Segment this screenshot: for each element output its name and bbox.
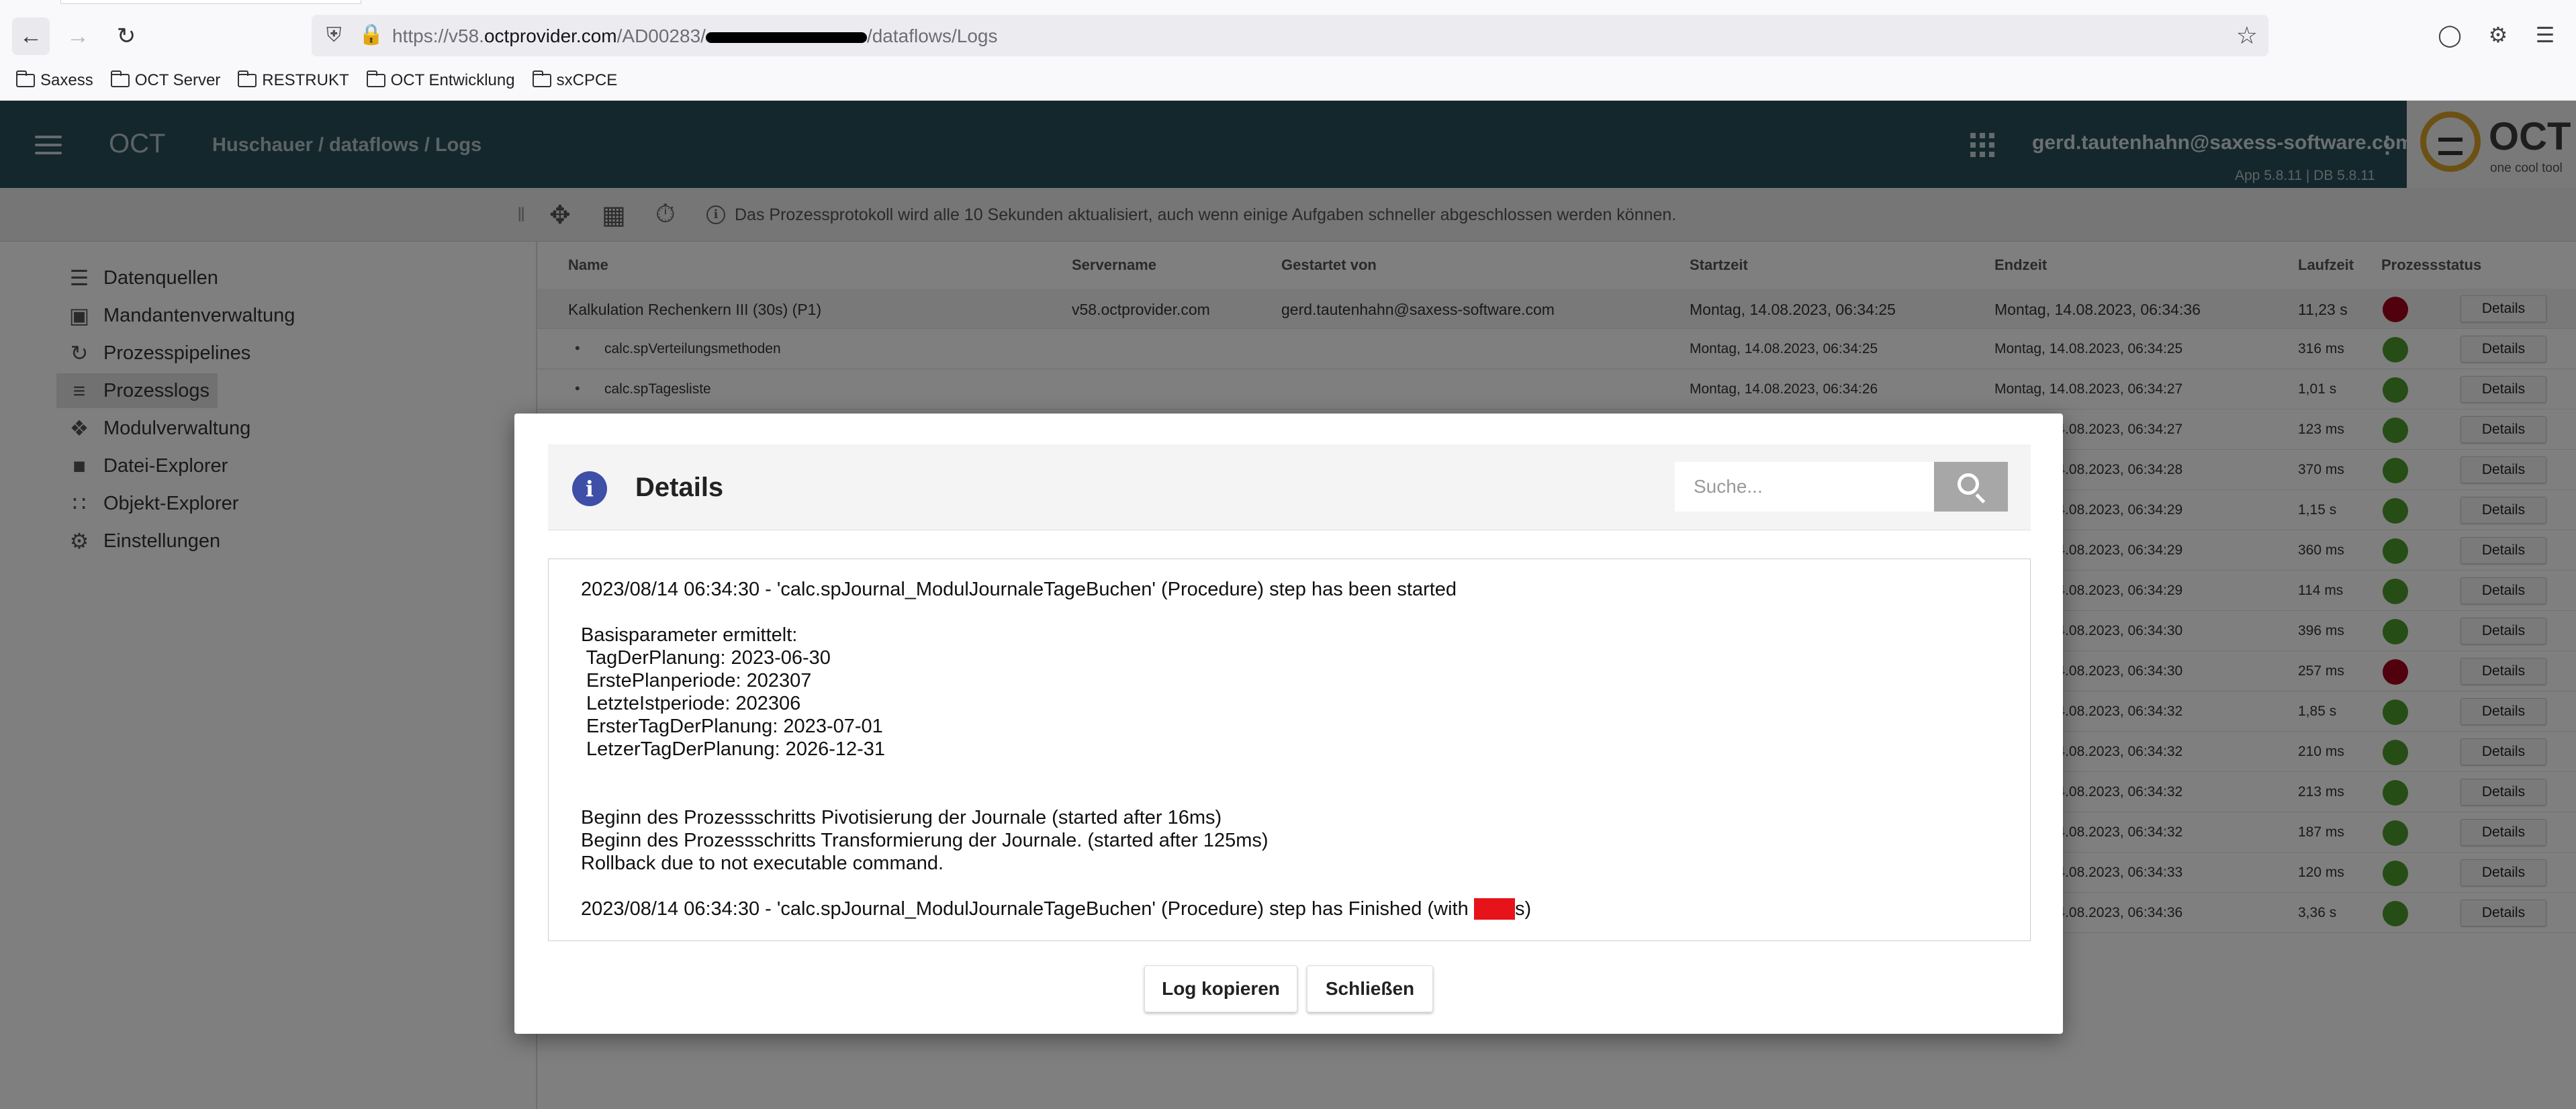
- forward-icon[interactable]: →: [59, 17, 97, 55]
- search-input[interactable]: [1675, 462, 1934, 512]
- dialog-title: Details: [635, 473, 724, 502]
- log-line: ErsterTagDerPlanung: 2023-07-01: [581, 716, 883, 737]
- log-line: Basisparameter ermittelt:: [581, 624, 798, 646]
- reload-icon[interactable]: ↻: [107, 17, 145, 55]
- log-line: TagDerPlanung: 2023-06-30: [581, 647, 831, 669]
- log-line: Rollback due to not executable command.: [581, 853, 944, 874]
- log-line: Beginn des Prozessschritts Transformieru…: [581, 830, 1269, 851]
- bookmark-label: sxCPCE: [556, 71, 618, 89]
- search-icon: [1958, 473, 1979, 495]
- pocket-icon[interactable]: ◯: [2435, 20, 2465, 50]
- folder-icon: [366, 70, 385, 87]
- back-icon[interactable]: ←: [12, 17, 50, 55]
- redacted-block: [705, 32, 867, 43]
- bookmark-saxess[interactable]: Saxess: [16, 70, 93, 90]
- bookmark-label: Saxess: [40, 71, 93, 89]
- log-line: LetzerTagDerPlanung: 2026-12-31: [581, 738, 886, 760]
- browser-tab[interactable]: [60, 0, 361, 4]
- error-highlight: error: [1473, 898, 1516, 920]
- copy-log-button[interactable]: Log kopieren: [1144, 965, 1297, 1012]
- bookmark-oct-entwicklung[interactable]: OCT Entwicklung: [366, 70, 515, 90]
- bookmark-label: RESTRUKT: [262, 71, 349, 89]
- folder-icon: [110, 70, 130, 87]
- search-button[interactable]: [1934, 462, 2008, 512]
- bookmark-star-icon[interactable]: ☆: [2236, 21, 2258, 50]
- log-line: 2023/08/14 06:34:30 - 'calc.spJournal_Mo…: [581, 579, 1457, 600]
- folder-icon: [16, 70, 35, 87]
- log-content[interactable]: 2023/08/14 06:34:30 - 'calc.spJournal_Mo…: [548, 559, 2031, 941]
- folder-icon: [238, 70, 257, 87]
- bookmark-label: OCT Server: [134, 71, 221, 89]
- bookmark-sxcpce[interactable]: sxCPCE: [532, 70, 618, 90]
- log-text: s): [1515, 898, 1532, 920]
- log-lines: 2023/08/14 06:34:30 - 'calc.spJournal_Mo…: [581, 578, 1998, 898]
- tracking-shield-icon[interactable]: ⛨: [326, 24, 342, 47]
- log-line: ErstePlanperiode: 202307: [581, 670, 812, 691]
- bookmarks-bar: Saxess OCT Server RESTRUKT OCT Entwicklu…: [16, 67, 635, 94]
- log-line-final: 2023/08/14 06:34:30 - 'calc.spJournal_Mo…: [581, 898, 1998, 920]
- log-line: Beginn des Prozessschritts Pivotisierung…: [581, 807, 1222, 828]
- lock-icon[interactable]: 🔒: [359, 23, 383, 46]
- dialog-header: i Details: [548, 444, 2031, 530]
- url-text[interactable]: https://v58.octprovider.com/AD00283//dat…: [392, 26, 998, 47]
- info-icon: i: [572, 471, 607, 506]
- bookmark-restrukt[interactable]: RESTRUKT: [238, 70, 349, 90]
- browser-toolbar: ← → ↻ ⛨ 🔒 https://v58.octprovider.com/AD…: [0, 0, 2576, 101]
- close-button[interactable]: Schließen: [1307, 965, 1433, 1012]
- folder-icon: [532, 70, 551, 87]
- log-line: LetzteIstperiode: 202306: [581, 693, 801, 714]
- details-dialog: i Details 2023/08/14 06:34:30 - 'calc.sp…: [514, 414, 2063, 1034]
- address-bar[interactable]: ⛨ 🔒 https://v58.octprovider.com/AD00283/…: [312, 15, 2268, 56]
- bookmark-label: OCT Entwicklung: [390, 71, 515, 89]
- extensions-icon[interactable]: ⚙: [2483, 20, 2513, 50]
- log-text: 2023/08/14 06:34:30 - 'calc.spJournal_Mo…: [581, 898, 1474, 920]
- bookmark-oct-server[interactable]: OCT Server: [110, 70, 221, 90]
- menu-icon[interactable]: ☰: [2530, 20, 2560, 50]
